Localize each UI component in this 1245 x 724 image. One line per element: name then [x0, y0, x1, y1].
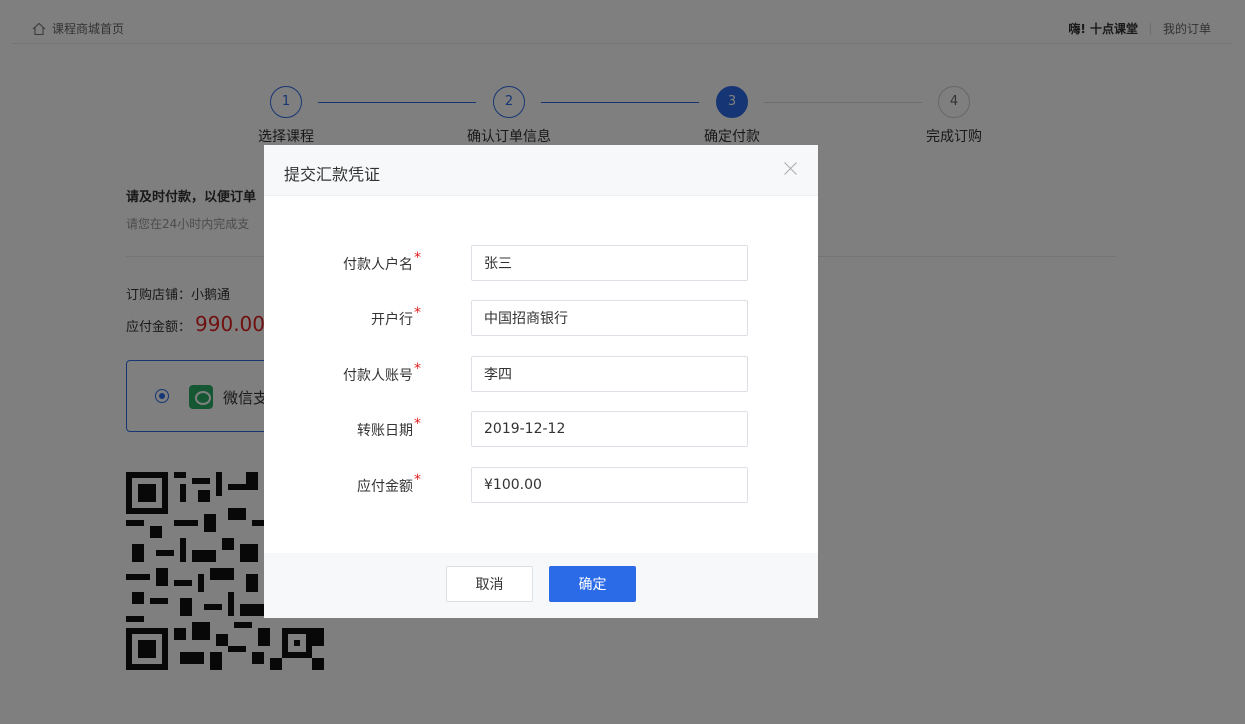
required-mark: * [414, 361, 421, 377]
submit-remittance-dialog: 提交汇款凭证 付款人户名* 开户行* 付款人账号* 转账日期* 应付金额* 取消… [264, 145, 818, 618]
payer-name-label: 付款人户名 * [343, 250, 421, 273]
dialog-title: 提交汇款凭证 [284, 165, 381, 184]
bank-row: 开户行 * [264, 300, 818, 336]
payer-name-row: 付款人户名 * [264, 245, 818, 281]
required-mark: * [414, 305, 421, 321]
payer-account-row: 付款人账号 * [264, 356, 818, 392]
required-mark: * [414, 472, 421, 488]
dialog-footer: 取消 确定 [264, 553, 818, 618]
payer-account-label: 付款人账号 * [343, 361, 421, 384]
required-mark: * [414, 416, 421, 432]
cancel-button[interactable]: 取消 [446, 566, 533, 602]
amount-due-label: 应付金额 * [357, 472, 421, 495]
payer-account-input[interactable] [471, 356, 748, 392]
transfer-date-input[interactable] [471, 411, 748, 447]
transfer-date-label: 转账日期 * [357, 416, 421, 439]
confirm-button[interactable]: 确定 [549, 566, 636, 602]
payer-name-input[interactable] [471, 245, 748, 281]
bank-input[interactable] [471, 300, 748, 336]
amount-due-row: 应付金额 * [264, 467, 818, 503]
bank-label: 开户行 * [371, 305, 421, 328]
required-mark: * [414, 250, 421, 266]
transfer-date-row: 转账日期 * [264, 411, 818, 447]
close-icon[interactable] [784, 161, 798, 175]
dialog-header: 提交汇款凭证 [264, 145, 818, 196]
amount-due-input[interactable] [471, 467, 748, 503]
